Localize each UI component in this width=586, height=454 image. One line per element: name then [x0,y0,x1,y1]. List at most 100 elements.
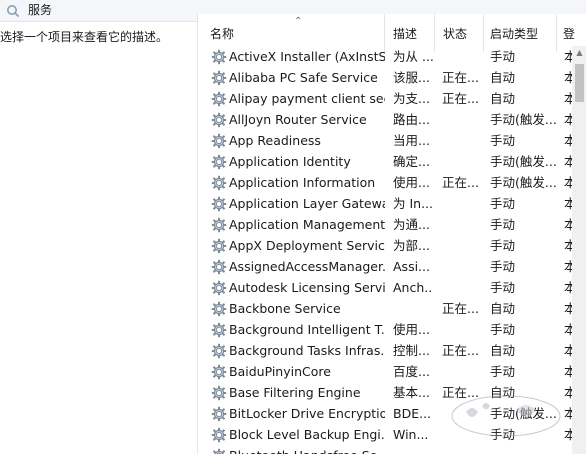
service-name: Block Level Backup Engi... [229,427,385,442]
service-row[interactable]: App Readiness当用...手动本 [198,130,574,151]
services-list[interactable]: ⌃ 名称 描述 状态 启动类型 登 ActiveX Installer (AxI… [197,14,586,454]
scroll-up-icon[interactable]: ▲ [572,46,586,60]
service-row[interactable]: Autodesk Licensing Servi...Anch...手动本 [198,277,574,298]
service-startup-type: 手动(触发... [490,406,557,421]
service-row[interactable]: Alibaba PC Safe Service该服...正在...自动本 [198,67,574,88]
service-status: 正在... [442,385,479,400]
gear-icon [211,427,227,443]
service-description: 为从 ... [393,49,433,64]
column-label-status: 状态 [443,27,468,41]
service-row[interactable]: Background Intelligent T...使用...手动本 [198,319,574,340]
service-description: Win... [393,427,429,442]
service-row[interactable]: Application Identity确定...手动(触发...本 [198,151,574,172]
gear-icon [211,238,227,254]
service-description: 该服... [393,70,430,85]
service-description: Anch... [393,280,433,295]
service-startup-type: 手动 [490,49,516,64]
service-name: App Readiness [229,133,321,148]
vertical-scrollbar[interactable]: ▲ [572,46,586,454]
service-startup-type: 自动 [490,70,516,85]
service-name: Background Intelligent T... [229,322,385,337]
gear-icon [211,301,227,317]
gear-icon [211,364,227,380]
service-row[interactable]: BitLocker Drive Encryptio... BDE... 手动(触发.… [198,403,574,424]
service-name: Base Filtering Engine [229,385,361,400]
column-label-startup-type: 启动类型 [490,27,539,41]
service-name: Application Identity [229,154,351,169]
service-description: 路由... [393,112,430,127]
service-name: AppX Deployment Servic... [229,238,385,253]
gear-icon [211,175,227,191]
sort-ascending-icon: ⌃ [294,16,303,27]
service-row[interactable]: Application Information 使用... 正在... 手动(触发..… [198,172,574,193]
service-startup-type: 手动(触发... [490,154,557,169]
service-status: 正在... [442,301,479,316]
window-title: 服务 [28,3,53,17]
service-name: AssignedAccessManager... [229,259,385,274]
service-row[interactable]: BaiduPinyinCore百度...手动本 [198,361,574,382]
service-status: 正在... [442,343,479,358]
service-row[interactable]: Block Level Backup Engi...Win...手动本 [198,424,574,445]
service-row[interactable]: Alipay payment client sec... 为支... 正在... 自动… [198,88,574,109]
gear-icon [211,385,227,401]
service-startup-type: 手动 [490,238,516,253]
service-description: 为支... [393,91,430,106]
service-row[interactable]: AssignedAccessManager...Assi...手动本 [198,256,574,277]
service-startup-type: 手动 [490,364,516,379]
service-row[interactable]: AppX Deployment Servic...为部...手动本 [198,235,574,256]
scrollbar-thumb[interactable] [575,64,584,102]
service-row[interactable]: Base Filtering Engine基本...正在...自动本 [198,382,574,403]
service-row[interactable]: Bluetooth Handsfree Se... [198,445,572,454]
service-row[interactable]: AllJoyn Router Service路由...手动(触发...本 [198,109,574,130]
service-startup-type: 手动 [490,280,516,295]
service-startup-type: 手动 [490,259,516,274]
service-name: ActiveX Installer (AxInstSV) [229,49,385,64]
service-row[interactable]: ActiveX Installer (AxInstSV)为从 ...手动本 [198,46,574,67]
service-description: 为部... [393,238,430,253]
service-description: 基本... [393,385,430,400]
service-status: 正在... [442,175,479,190]
column-label-description: 描述 [393,27,418,41]
service-startup-type: 自动 [490,301,516,316]
gear-icon [211,91,227,107]
service-name: AllJoyn Router Service [229,112,367,127]
gear-icon [211,196,227,212]
service-name: Bluetooth Handsfree Se... [229,448,385,454]
gear-icon [211,217,227,233]
service-name: Backbone Service [229,301,341,316]
column-label-logon: 登 [563,27,576,41]
description-pane: 选择一个项目来查看它的描述。 [0,22,197,454]
column-label-name: 名称 [210,27,235,41]
gear-icon [211,70,227,86]
service-row[interactable]: Application Layer Gatewa...为 In...手动本 [198,193,574,214]
service-name: BaiduPinyinCore [229,364,331,379]
service-name: Alipay payment client sec... [229,91,385,106]
gear-icon [211,259,227,275]
service-description: 为 In... [393,196,433,211]
service-name: Application Layer Gatewa... [229,196,385,211]
service-status: 正在... [442,70,479,85]
service-row[interactable]: Backbone Service正在...自动本 [198,298,574,319]
service-description: 使用... [393,322,430,337]
search-icon [7,5,20,18]
service-description: 为通... [393,217,430,232]
service-row[interactable]: Application Management为通...手动本 [198,214,574,235]
service-name: Application Management [229,217,385,232]
service-name: Background Tasks Infras... [229,343,385,358]
service-startup-type: 手动 [490,427,516,442]
service-description: 控制... [393,343,430,358]
service-status: 正在... [442,91,479,106]
service-row[interactable]: Background Tasks Infras...控制...正在...自动本 [198,340,574,361]
service-name: BitLocker Drive Encryptio... [229,406,385,421]
gear-icon [211,406,227,422]
service-description: 确定... [393,154,430,169]
service-description: 百度... [393,364,430,379]
service-startup-type: 手动 [490,196,516,211]
service-startup-type: 手动(触发... [490,112,557,127]
service-description: Assi... [393,259,430,274]
service-name: Alibaba PC Safe Service [229,70,378,85]
service-startup-type: 自动 [490,343,516,358]
service-startup-type: 自动 [490,91,516,106]
service-startup-type: 手动 [490,217,516,232]
service-name: Application Information [229,175,376,190]
